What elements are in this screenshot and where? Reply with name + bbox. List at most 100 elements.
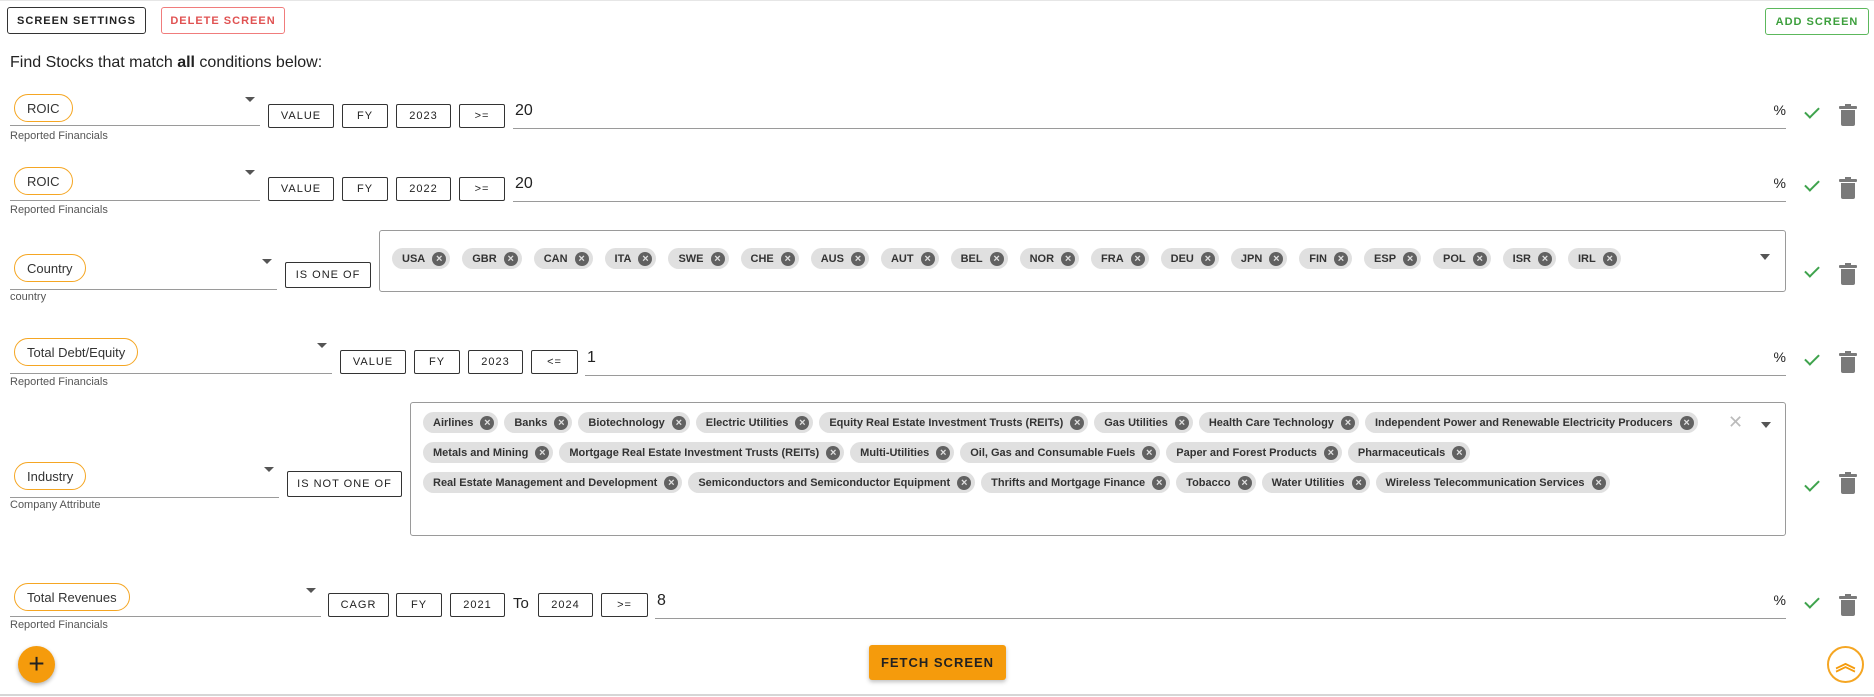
chip[interactable]: Banks ×	[504, 412, 573, 433]
remove-chip-icon[interactable]: ×	[826, 445, 841, 460]
remove-chip-icon[interactable]: ×	[1472, 251, 1487, 266]
remove-chip-icon[interactable]: ×	[503, 251, 518, 266]
remove-chip-icon[interactable]: ×	[1174, 415, 1189, 430]
operator-select[interactable]: IS NOT ONE OF	[287, 471, 402, 497]
remove-chip-icon[interactable]: ×	[1340, 415, 1355, 430]
check-icon[interactable]	[1804, 476, 1820, 492]
chip[interactable]: Gas Utilities ×	[1094, 412, 1193, 433]
chip[interactable]: Multi-Utilities ×	[850, 442, 955, 463]
fetch-screen-button[interactable]: FETCH SCREEN	[869, 645, 1006, 680]
chip[interactable]: AUT ×	[880, 248, 939, 269]
operator-select[interactable]: >=	[459, 104, 505, 128]
chip[interactable]: ITA ×	[604, 248, 657, 269]
chip[interactable]: BEL ×	[950, 248, 1008, 269]
remove-chip-icon[interactable]: ×	[664, 475, 679, 490]
year-select[interactable]: 2023	[396, 104, 451, 128]
mode-select[interactable]: CAGR	[328, 593, 389, 617]
remove-chip-icon[interactable]: ×	[1334, 251, 1349, 266]
chip[interactable]: SWE ×	[668, 248, 729, 269]
chip[interactable]: Tobacco ×	[1176, 472, 1256, 493]
remove-chip-icon[interactable]: ×	[1452, 445, 1467, 460]
remove-chip-icon[interactable]: ×	[638, 251, 653, 266]
chip[interactable]: POL ×	[1433, 248, 1491, 269]
chip[interactable]: Metals and Mining ×	[423, 442, 554, 463]
chip[interactable]: Pharmaceuticals ×	[1347, 442, 1471, 463]
remove-chip-icon[interactable]: ×	[1538, 251, 1552, 266]
remove-chip-icon[interactable]: ×	[920, 251, 935, 266]
chip[interactable]: Oil, Gas and Consumable Fuels ×	[960, 442, 1161, 463]
year-select[interactable]: 2023	[468, 350, 523, 374]
remove-chip-icon[interactable]: ×	[1237, 475, 1252, 490]
remove-chip-icon[interactable]: ×	[1602, 251, 1617, 266]
chip[interactable]: IRL ×	[1568, 248, 1621, 269]
remove-chip-icon[interactable]: ×	[535, 445, 550, 460]
double-chevron-up-icon[interactable]: ︽	[1827, 646, 1864, 683]
chip[interactable]: Equity Real Estate Investment Trusts (RE…	[819, 412, 1089, 433]
metric-selector[interactable]: Total Debt/Equity	[10, 338, 332, 374]
chip[interactable]: CHE ×	[740, 248, 799, 269]
operator-select[interactable]: IS ONE OF	[285, 262, 371, 288]
screen-settings-button[interactable]: SCREEN SETTINGS	[7, 7, 146, 34]
chip[interactable]: ESP ×	[1364, 248, 1422, 269]
mode-select[interactable]: VALUE	[268, 177, 334, 201]
remove-chip-icon[interactable]: ×	[795, 415, 810, 430]
period-select[interactable]: FY	[396, 593, 442, 617]
country-multiselect[interactable]: USA × GBR × CAN × ITA × SWE × CHE × AUS × AUT × BEL × NOR ×…	[379, 230, 1786, 292]
chip[interactable]: Airlines ×	[423, 412, 499, 433]
mode-select[interactable]: VALUE	[268, 104, 334, 128]
remove-chip-icon[interactable]: ×	[1200, 251, 1215, 266]
remove-chip-icon[interactable]: ×	[671, 415, 686, 430]
chevron-down-icon[interactable]	[1761, 422, 1771, 428]
value-input[interactable]: 20 %	[513, 99, 1786, 129]
trash-icon[interactable]	[1839, 351, 1857, 373]
chip[interactable]: Thrifts and Mortgage Finance ×	[981, 472, 1171, 493]
check-icon[interactable]	[1804, 593, 1820, 609]
remove-chip-icon[interactable]: ×	[1142, 445, 1157, 460]
chip[interactable]: FRA ×	[1091, 248, 1149, 269]
metric-selector[interactable]: ROIC	[10, 165, 260, 201]
value-input[interactable]: 1 %	[585, 346, 1786, 376]
remove-chip-icon[interactable]: ×	[1130, 251, 1145, 266]
chip[interactable]: Wireless Telecommunication Services ×	[1375, 472, 1610, 493]
industry-multiselect[interactable]: Airlines × Banks × Biotechnology × Electric Ut…	[410, 402, 1786, 536]
remove-chip-icon[interactable]: ×	[1070, 415, 1085, 430]
period-select[interactable]: FY	[342, 104, 388, 128]
chip[interactable]: Real Estate Management and Development ×	[423, 472, 683, 493]
trash-icon[interactable]	[1839, 472, 1857, 494]
start-year-select[interactable]: 2021	[450, 593, 505, 617]
remove-chip-icon[interactable]: ×	[1679, 415, 1694, 430]
mode-select[interactable]: VALUE	[340, 350, 406, 374]
chip[interactable]: Water Utilities ×	[1261, 472, 1370, 493]
remove-chip-icon[interactable]: ×	[554, 415, 569, 430]
chip[interactable]: GBR ×	[462, 248, 522, 269]
remove-chip-icon[interactable]: ×	[480, 415, 495, 430]
remove-chip-icon[interactable]: ×	[989, 251, 1004, 266]
remove-chip-icon[interactable]: ×	[1403, 251, 1418, 266]
remove-chip-icon[interactable]: ×	[1061, 251, 1076, 266]
remove-chip-icon[interactable]: ×	[1323, 445, 1338, 460]
check-icon[interactable]	[1804, 176, 1820, 192]
remove-chip-icon[interactable]: ×	[574, 251, 589, 266]
metric-selector[interactable]: Total Revenues	[10, 583, 321, 617]
chip[interactable]: Biotechnology ×	[578, 412, 690, 433]
chip[interactable]: DEU ×	[1160, 248, 1219, 269]
metric-selector[interactable]: Industry	[10, 462, 279, 498]
end-year-select[interactable]: 2024	[538, 593, 593, 617]
trash-icon[interactable]	[1839, 594, 1857, 616]
remove-chip-icon[interactable]: ×	[1591, 475, 1606, 490]
chip[interactable]: Semiconductors and Semiconductor Equipme…	[688, 472, 976, 493]
remove-chip-icon[interactable]: ×	[957, 475, 972, 490]
trash-icon[interactable]	[1839, 177, 1857, 199]
remove-chip-icon[interactable]: ×	[432, 251, 447, 266]
clear-icon[interactable]: ✕	[1728, 412, 1743, 433]
chip[interactable]: Mortgage Real Estate Investment Trusts (…	[559, 442, 845, 463]
add-screen-button[interactable]: ADD SCREEN	[1765, 8, 1869, 35]
chip[interactable]: USA ×	[392, 248, 451, 269]
chip[interactable]: NOR ×	[1019, 248, 1080, 269]
value-input[interactable]: 20 %	[513, 172, 1786, 202]
plus-icon[interactable]: +	[18, 646, 55, 683]
chip[interactable]: Electric Utilities ×	[695, 412, 814, 433]
chip[interactable]: Paper and Forest Products ×	[1166, 442, 1342, 463]
chip[interactable]: CAN ×	[533, 248, 593, 269]
delete-screen-button[interactable]: DELETE SCREEN	[161, 7, 285, 34]
